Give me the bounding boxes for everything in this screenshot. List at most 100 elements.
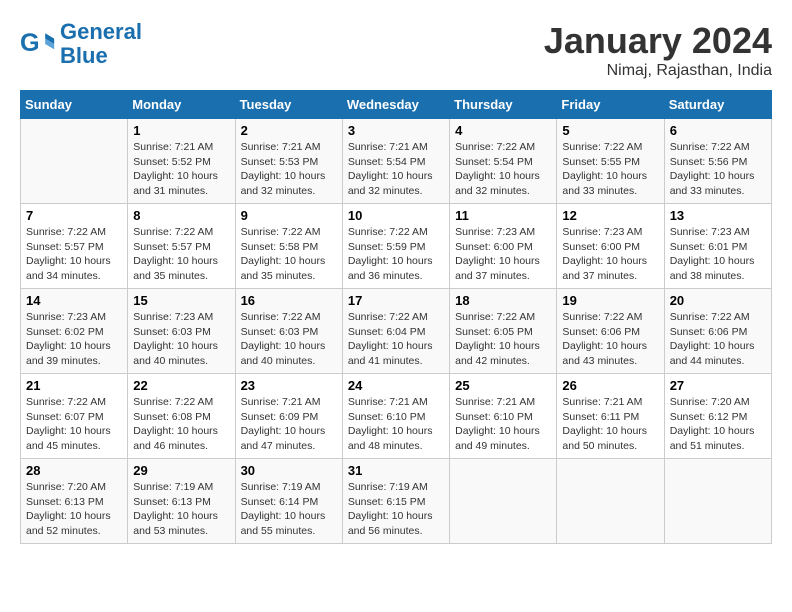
day-number: 16 — [241, 293, 337, 308]
day-content: Sunrise: 7:23 AM Sunset: 6:01 PM Dayligh… — [670, 225, 766, 284]
day-content: Sunrise: 7:21 AM Sunset: 5:53 PM Dayligh… — [241, 140, 337, 199]
calendar-cell: 13 Sunrise: 7:23 AM Sunset: 6:01 PM Dayli… — [664, 204, 771, 289]
weekday-header: Tuesday — [235, 91, 342, 119]
calendar-cell: 16 Sunrise: 7:22 AM Sunset: 6:03 PM Dayli… — [235, 289, 342, 374]
day-number: 17 — [348, 293, 444, 308]
day-content: Sunrise: 7:23 AM Sunset: 6:00 PM Dayligh… — [562, 225, 658, 284]
calendar-week-row: 1 Sunrise: 7:21 AM Sunset: 5:52 PM Daylig… — [21, 119, 772, 204]
day-content: Sunrise: 7:21 AM Sunset: 5:54 PM Dayligh… — [348, 140, 444, 199]
day-number: 8 — [133, 208, 229, 223]
weekday-header: Saturday — [664, 91, 771, 119]
header-row: SundayMondayTuesdayWednesdayThursdayFrid… — [21, 91, 772, 119]
calendar-cell: 8 Sunrise: 7:22 AM Sunset: 5:57 PM Daylig… — [128, 204, 235, 289]
calendar-cell: 12 Sunrise: 7:23 AM Sunset: 6:00 PM Dayli… — [557, 204, 664, 289]
day-number: 13 — [670, 208, 766, 223]
calendar-cell: 14 Sunrise: 7:23 AM Sunset: 6:02 PM Dayli… — [21, 289, 128, 374]
calendar-cell: 10 Sunrise: 7:22 AM Sunset: 5:59 PM Dayli… — [342, 204, 449, 289]
logo-line1: General — [60, 19, 142, 44]
day-number: 4 — [455, 123, 551, 138]
day-content: Sunrise: 7:21 AM Sunset: 5:52 PM Dayligh… — [133, 140, 229, 199]
day-content: Sunrise: 7:22 AM Sunset: 5:57 PM Dayligh… — [133, 225, 229, 284]
day-number: 27 — [670, 378, 766, 393]
calendar-cell: 25 Sunrise: 7:21 AM Sunset: 6:10 PM Dayli… — [450, 374, 557, 459]
page-header: G General Blue January 2024 Nimaj, Rajas… — [20, 20, 772, 80]
day-content: Sunrise: 7:22 AM Sunset: 6:06 PM Dayligh… — [562, 310, 658, 369]
calendar-cell: 6 Sunrise: 7:22 AM Sunset: 5:56 PM Daylig… — [664, 119, 771, 204]
day-number: 9 — [241, 208, 337, 223]
svg-text:G: G — [20, 29, 40, 57]
calendar-week-row: 21 Sunrise: 7:22 AM Sunset: 6:07 PM Dayli… — [21, 374, 772, 459]
calendar-cell: 11 Sunrise: 7:23 AM Sunset: 6:00 PM Dayli… — [450, 204, 557, 289]
day-content: Sunrise: 7:22 AM Sunset: 6:06 PM Dayligh… — [670, 310, 766, 369]
calendar-cell: 9 Sunrise: 7:22 AM Sunset: 5:58 PM Daylig… — [235, 204, 342, 289]
day-content: Sunrise: 7:22 AM Sunset: 6:04 PM Dayligh… — [348, 310, 444, 369]
day-number: 18 — [455, 293, 551, 308]
location: Nimaj, Rajasthan, India — [544, 62, 772, 80]
day-content: Sunrise: 7:19 AM Sunset: 6:13 PM Dayligh… — [133, 480, 229, 539]
weekday-header: Wednesday — [342, 91, 449, 119]
day-number: 11 — [455, 208, 551, 223]
calendar-cell: 4Sunrise: 7:22 AM Sunset: 5:54 PM Daylig… — [450, 119, 557, 204]
day-number: 12 — [562, 208, 658, 223]
logo-line2: Blue — [60, 43, 108, 68]
logo: G General Blue — [20, 20, 142, 68]
day-number: 20 — [670, 293, 766, 308]
calendar-cell — [557, 459, 664, 544]
calendar-cell: 7 Sunrise: 7:22 AM Sunset: 5:57 PM Daylig… — [21, 204, 128, 289]
day-number: 30 — [241, 463, 337, 478]
day-number: 29 — [133, 463, 229, 478]
day-content: Sunrise: 7:20 AM Sunset: 6:12 PM Dayligh… — [670, 395, 766, 454]
day-content: Sunrise: 7:21 AM Sunset: 6:10 PM Dayligh… — [455, 395, 551, 454]
day-content: Sunrise: 7:21 AM Sunset: 6:11 PM Dayligh… — [562, 395, 658, 454]
day-number: 14 — [26, 293, 122, 308]
day-content: Sunrise: 7:22 AM Sunset: 6:03 PM Dayligh… — [241, 310, 337, 369]
day-number: 31 — [348, 463, 444, 478]
day-content: Sunrise: 7:23 AM Sunset: 6:00 PM Dayligh… — [455, 225, 551, 284]
day-content: Sunrise: 7:22 AM Sunset: 6:05 PM Dayligh… — [455, 310, 551, 369]
day-content: Sunrise: 7:22 AM Sunset: 5:59 PM Dayligh… — [348, 225, 444, 284]
calendar-cell: 24 Sunrise: 7:21 AM Sunset: 6:10 PM Dayli… — [342, 374, 449, 459]
day-number: 21 — [26, 378, 122, 393]
day-content: Sunrise: 7:22 AM Sunset: 6:07 PM Dayligh… — [26, 395, 122, 454]
day-number: 15 — [133, 293, 229, 308]
calendar-cell — [664, 459, 771, 544]
day-content: Sunrise: 7:21 AM Sunset: 6:10 PM Dayligh… — [348, 395, 444, 454]
day-content: Sunrise: 7:22 AM Sunset: 5:57 PM Dayligh… — [26, 225, 122, 284]
day-number: 6 — [670, 123, 766, 138]
day-content: Sunrise: 7:23 AM Sunset: 6:03 PM Dayligh… — [133, 310, 229, 369]
calendar-cell: 29 Sunrise: 7:19 AM Sunset: 6:13 PM Dayli… — [128, 459, 235, 544]
day-content: Sunrise: 7:19 AM Sunset: 6:14 PM Dayligh… — [241, 480, 337, 539]
day-content: Sunrise: 7:22 AM Sunset: 5:55 PM Dayligh… — [562, 140, 658, 199]
calendar-cell: 3 Sunrise: 7:21 AM Sunset: 5:54 PM Daylig… — [342, 119, 449, 204]
calendar-cell: 23 Sunrise: 7:21 AM Sunset: 6:09 PM Dayli… — [235, 374, 342, 459]
calendar-cell: 27 Sunrise: 7:20 AM Sunset: 6:12 PM Dayli… — [664, 374, 771, 459]
title-block: January 2024 Nimaj, Rajasthan, India — [544, 20, 772, 80]
day-number: 24 — [348, 378, 444, 393]
day-number: 23 — [241, 378, 337, 393]
day-number: 7 — [26, 208, 122, 223]
day-content: Sunrise: 7:23 AM Sunset: 6:02 PM Dayligh… — [26, 310, 122, 369]
calendar-cell: 19Sunrise: 7:22 AM Sunset: 6:06 PM Dayli… — [557, 289, 664, 374]
calendar-cell: 21 Sunrise: 7:22 AM Sunset: 6:07 PM Dayli… — [21, 374, 128, 459]
calendar-cell: 18 Sunrise: 7:22 AM Sunset: 6:05 PM Dayli… — [450, 289, 557, 374]
day-content: Sunrise: 7:22 AM Sunset: 6:08 PM Dayligh… — [133, 395, 229, 454]
day-number: 1 — [133, 123, 229, 138]
weekday-header: Thursday — [450, 91, 557, 119]
calendar-cell: 31Sunrise: 7:19 AM Sunset: 6:15 PM Dayli… — [342, 459, 449, 544]
day-content: Sunrise: 7:22 AM Sunset: 5:58 PM Dayligh… — [241, 225, 337, 284]
calendar-cell — [21, 119, 128, 204]
day-number: 5 — [562, 123, 658, 138]
day-content: Sunrise: 7:21 AM Sunset: 6:09 PM Dayligh… — [241, 395, 337, 454]
calendar-week-row: 7 Sunrise: 7:22 AM Sunset: 5:57 PM Daylig… — [21, 204, 772, 289]
weekday-header: Sunday — [21, 91, 128, 119]
day-number: 26 — [562, 378, 658, 393]
day-number: 25 — [455, 378, 551, 393]
day-number: 22 — [133, 378, 229, 393]
day-number: 3 — [348, 123, 444, 138]
month-title: January 2024 — [544, 20, 772, 62]
calendar-cell: 5 Sunrise: 7:22 AM Sunset: 5:55 PM Daylig… — [557, 119, 664, 204]
day-content: Sunrise: 7:22 AM Sunset: 5:56 PM Dayligh… — [670, 140, 766, 199]
day-number: 10 — [348, 208, 444, 223]
day-number: 2 — [241, 123, 337, 138]
logo-icon: G — [20, 26, 56, 62]
